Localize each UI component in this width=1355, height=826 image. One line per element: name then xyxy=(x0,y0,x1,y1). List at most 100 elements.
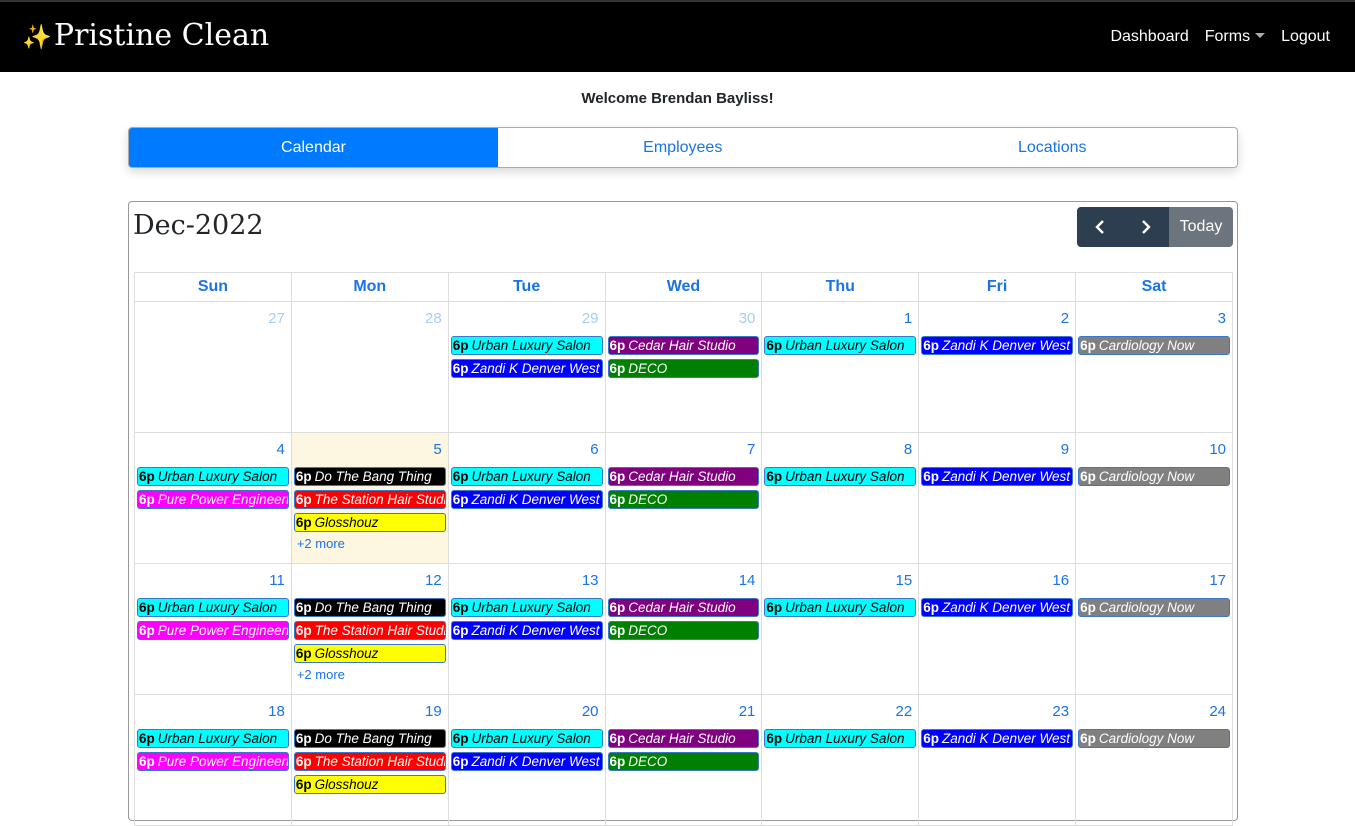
day-number[interactable]: 5 xyxy=(292,433,448,461)
calendar-event[interactable]: 6p Zandi K Denver West xyxy=(921,467,1074,486)
day-number[interactable]: 12 xyxy=(292,564,448,592)
nav-dashboard-link[interactable]: Dashboard xyxy=(1110,28,1188,46)
tab-calendar[interactable]: Calendar xyxy=(129,128,498,167)
day-number[interactable]: 8 xyxy=(762,433,918,461)
calendar-event[interactable]: 6p Glosshouz xyxy=(293,644,446,663)
day-number[interactable]: 1 xyxy=(762,302,918,330)
calendar-event[interactable]: 6pPure Power Engineering xyxy=(137,490,289,509)
day-number[interactable]: 10 xyxy=(1076,433,1232,461)
day-cell[interactable]: 17 6p Cardiology Now xyxy=(1075,563,1233,695)
day-number[interactable]: 20 xyxy=(449,695,605,723)
day-cell[interactable]: 20 6p Urban Luxury Salon 6p Zandi K Denver W… xyxy=(447,694,606,826)
calendar-event[interactable]: 6p Glosshouz xyxy=(293,513,446,532)
day-cell[interactable]: 7 6p Cedar Hair Studio 6p DECO xyxy=(604,432,763,564)
day-number[interactable]: 23 xyxy=(919,695,1075,723)
day-cell[interactable]: 1 6p Urban Luxury Salon xyxy=(761,301,920,433)
day-cell[interactable]: 30 6p Cedar Hair Studio 6p DECO xyxy=(604,301,763,433)
day-number[interactable]: 7 xyxy=(606,433,762,461)
day-cell[interactable]: 11 6p Urban Luxury Salon 6p Pure Power Engin… xyxy=(134,563,292,695)
calendar-event[interactable]: 6p Urban Luxury Salon xyxy=(450,467,603,486)
calendar-event[interactable]: 6p Do The Bang Thing xyxy=(293,467,446,486)
calendar-event[interactable]: 6p Urban Luxury Salon xyxy=(137,729,289,748)
day-number[interactable]: 18 xyxy=(135,695,291,723)
day-cell[interactable]: 28 xyxy=(290,301,449,433)
calendar-event[interactable]: 6p DECO xyxy=(607,490,760,509)
calendar-event[interactable]: 6p Urban Luxury Salon xyxy=(450,598,603,617)
day-cell[interactable]: 18 6p Urban Luxury Salon 6p Pure Power Engin… xyxy=(134,694,292,826)
day-cell[interactable]: 24 6p Cardiology Now xyxy=(1075,694,1233,826)
day-number[interactable]: 16 xyxy=(919,564,1075,592)
day-number[interactable]: 27 xyxy=(135,302,291,330)
calendar-event[interactable]: 6p Zandi K Denver West xyxy=(450,490,603,509)
calendar-event[interactable]: 6p Cardiology Now xyxy=(1078,729,1230,748)
day-cell[interactable]: 15 6p Urban Luxury Salon xyxy=(761,563,920,695)
nav-forms-dropdown[interactable]: Forms xyxy=(1205,28,1266,46)
calendar-event[interactable]: 6p The Station Hair Studio xyxy=(293,490,446,509)
more-events-link[interactable]: +2 more xyxy=(294,667,446,682)
calendar-event[interactable]: 6p Urban Luxury Salon xyxy=(137,598,289,617)
calendar-event[interactable]: 6p Cedar Hair Studio xyxy=(607,598,760,617)
calendar-event[interactable]: 6p Zandi K Denver West xyxy=(921,598,1074,617)
calendar-event[interactable]: 6p DECO xyxy=(607,621,760,640)
more-events-link[interactable]: +2 more xyxy=(294,536,446,551)
calendar-event[interactable]: 6p The Station Hair Studio xyxy=(293,752,446,771)
calendar-event[interactable]: 6p Urban Luxury Salon xyxy=(764,598,917,617)
calendar-event[interactable]: 6p Urban Luxury Salon xyxy=(764,336,917,355)
nav-logout-link[interactable]: Logout xyxy=(1281,28,1330,46)
next-month-button[interactable] xyxy=(1123,207,1169,247)
tab-employees[interactable]: Employees xyxy=(498,128,868,167)
prev-month-button[interactable] xyxy=(1077,207,1123,247)
calendar-event[interactable]: 6p Urban Luxury Salon xyxy=(764,467,917,486)
day-cell[interactable]: 22 6p Urban Luxury Salon xyxy=(761,694,920,826)
day-cell[interactable]: 23 6p Zandi K Denver West xyxy=(918,694,1077,826)
day-number[interactable]: 4 xyxy=(135,433,291,461)
day-cell[interactable]: 6 6p Urban Luxury Salon 6p Zandi K Denver We… xyxy=(447,432,606,564)
calendar-event[interactable]: 6p Zandi K Denver West xyxy=(450,359,603,378)
calendar-event[interactable]: 6p Zandi K Denver West xyxy=(921,729,1074,748)
calendar-event[interactable]: 6p Glosshouz xyxy=(293,775,446,794)
day-cell[interactable]: 10 6p Cardiology Now xyxy=(1075,432,1233,564)
today-button[interactable]: Today xyxy=(1169,207,1233,247)
day-number[interactable]: 14 xyxy=(606,564,762,592)
day-cell[interactable]: 27 xyxy=(134,301,292,433)
day-cell[interactable]: 14 6p Cedar Hair Studio 6p DECO xyxy=(604,563,763,695)
day-number[interactable]: 9 xyxy=(919,433,1075,461)
calendar-event[interactable]: 6p Cardiology Now xyxy=(1078,336,1230,355)
day-number[interactable]: 15 xyxy=(762,564,918,592)
day-number[interactable]: 24 xyxy=(1076,695,1232,723)
day-number[interactable]: 30 xyxy=(606,302,762,330)
calendar-event[interactable]: 6p Urban Luxury Salon xyxy=(450,729,603,748)
day-cell[interactable]: 4 6p Urban Luxury Salon 6p Pure Power Engine… xyxy=(134,432,292,564)
day-number[interactable]: 19 xyxy=(292,695,448,723)
calendar-event[interactable]: 6p Cardiology Now xyxy=(1078,598,1230,617)
day-number[interactable]: 29 xyxy=(449,302,605,330)
day-number[interactable]: 17 xyxy=(1076,564,1232,592)
tab-locations[interactable]: Locations xyxy=(868,128,1238,167)
calendar-event[interactable]: 6p Urban Luxury Salon xyxy=(137,467,289,486)
day-cell[interactable]: 29 6p Urban Luxury Salon 6p Zandi K Denver W… xyxy=(447,301,606,433)
calendar-event[interactable]: 6p Cedar Hair Studio xyxy=(607,467,760,486)
day-number[interactable]: 2 xyxy=(919,302,1075,330)
day-cell[interactable]: 19 6p Do The Bang Thing 6p The Station Hair … xyxy=(290,694,449,826)
day-cell[interactable]: 2 6p Zandi K Denver West xyxy=(918,301,1077,433)
calendar-event[interactable]: 6p Do The Bang Thing xyxy=(293,598,446,617)
calendar-event[interactable]: 6pPure Power Engineering xyxy=(137,752,289,771)
calendar-event[interactable]: 6p DECO xyxy=(607,359,760,378)
day-cell[interactable]: 13 6p Urban Luxury Salon 6p Zandi K Denver W… xyxy=(447,563,606,695)
calendar-event[interactable]: 6pPure Power Engineering xyxy=(137,621,289,640)
day-cell[interactable]: 16 6p Zandi K Denver West xyxy=(918,563,1077,695)
calendar-event[interactable]: 6p Zandi K Denver West xyxy=(921,336,1074,355)
calendar-event[interactable]: 6p Do The Bang Thing xyxy=(293,729,446,748)
brand-logo[interactable]: ✨Pristine Clean xyxy=(22,18,269,53)
day-cell[interactable]: 5 6p Do The Bang Thing 6p The Station Hair S… xyxy=(290,432,449,564)
day-cell[interactable]: 9 6p Zandi K Denver West xyxy=(918,432,1077,564)
calendar-event[interactable]: 6p Zandi K Denver West xyxy=(450,621,603,640)
day-number[interactable]: 13 xyxy=(449,564,605,592)
calendar-event[interactable]: 6p DECO xyxy=(607,752,760,771)
day-cell[interactable]: 21 6p Cedar Hair Studio 6p DECO xyxy=(604,694,763,826)
day-number[interactable]: 22 xyxy=(762,695,918,723)
day-number[interactable]: 6 xyxy=(449,433,605,461)
day-cell[interactable]: 12 6p Do The Bang Thing 6p The Station Hair … xyxy=(290,563,449,695)
calendar-event[interactable]: 6p The Station Hair Studio xyxy=(293,621,446,640)
calendar-event[interactable]: 6p Urban Luxury Salon xyxy=(450,336,603,355)
